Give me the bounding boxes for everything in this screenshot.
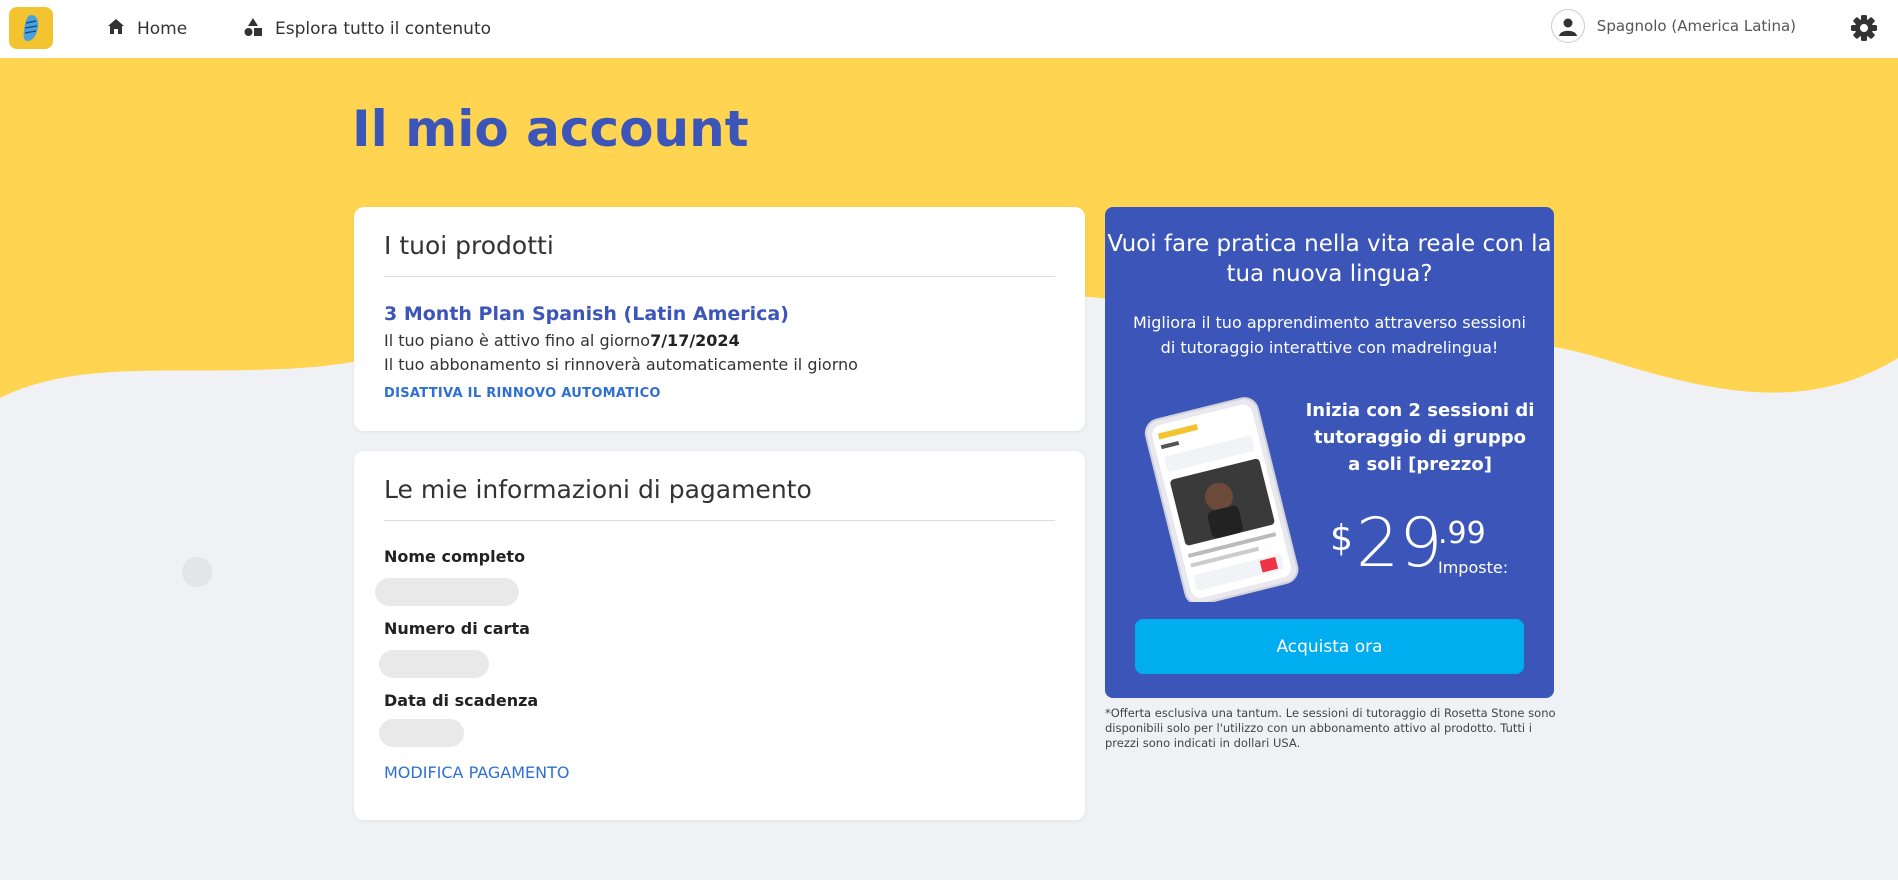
price-currency: $ bbox=[1330, 518, 1353, 559]
payment-card: Le mie informazioni di pagamento Nome co… bbox=[354, 451, 1085, 820]
plan-renew-text: Il tuo abbonamento si rinnoverà automati… bbox=[384, 355, 858, 374]
divider bbox=[384, 276, 1055, 277]
divider bbox=[384, 520, 1055, 521]
user-avatar-icon bbox=[1550, 9, 1585, 43]
expiry-date-label: Data di scadenza bbox=[384, 691, 539, 710]
plan-active-line: Il tuo piano è attivo fino al giorno7/17… bbox=[384, 331, 740, 350]
plan-active-text: Il tuo piano è attivo fino al giorno bbox=[384, 331, 651, 350]
app-logo-icon[interactable] bbox=[9, 7, 53, 49]
decorative-dot bbox=[182, 557, 212, 587]
phone-illustration bbox=[1133, 397, 1303, 606]
buy-now-button[interactable]: Acquista ora bbox=[1135, 619, 1524, 674]
price-integer: 29 bbox=[1356, 504, 1443, 583]
top-navigation-bar: Home Esplora tutto il contenuto Spagnolo… bbox=[0, 0, 1898, 58]
full-name-label: Nome completo bbox=[384, 547, 526, 566]
price-decimal: .99 bbox=[1438, 516, 1486, 551]
language-label: Spagnolo (America Latina) bbox=[1596, 17, 1796, 35]
products-card: I tuoi prodotti 3 Month Plan Spanish (La… bbox=[354, 207, 1085, 431]
page-title: Il mio account bbox=[352, 100, 749, 158]
promo-disclaimer: *Offerta esclusiva una tantum. Le sessio… bbox=[1105, 706, 1556, 750]
gear-icon[interactable] bbox=[1850, 14, 1878, 42]
language-selector[interactable]: Spagnolo (America Latina) bbox=[1550, 9, 1796, 43]
disable-auto-renew-link[interactable]: DISATTIVA IL RINNOVO AUTOMATICO bbox=[384, 386, 661, 401]
home-icon bbox=[107, 18, 125, 40]
payment-title: Le mie informazioni di pagamento bbox=[384, 475, 812, 504]
products-title: I tuoi prodotti bbox=[384, 231, 554, 260]
card-number-label: Numero di carta bbox=[384, 619, 530, 638]
shapes-icon bbox=[243, 17, 263, 42]
plan-active-date: 7/17/2024 bbox=[650, 331, 740, 350]
nav-home-link[interactable]: Home bbox=[107, 0, 187, 58]
nav-home-label: Home bbox=[137, 19, 188, 39]
nav-explore-link[interactable]: Esplora tutto il contenuto bbox=[243, 0, 491, 58]
promo-heading: Vuoi fare pratica nella vita reale con l… bbox=[1107, 231, 1552, 287]
promo-subtext: Migliora il tuo apprendimento attraverso… bbox=[1133, 313, 1526, 357]
price-tax-label: Imposte: bbox=[1438, 558, 1509, 577]
full-name-placeholder bbox=[375, 578, 519, 606]
edit-payment-link[interactable]: MODIFICA PAGAMENTO bbox=[384, 763, 569, 782]
nav-explore-label: Esplora tutto il contenuto bbox=[275, 19, 492, 39]
tutoring-promo-panel: Vuoi fare pratica nella vita reale con l… bbox=[1105, 207, 1554, 698]
promo-offer: Inizia con 2 sessioni di tutoraggio di g… bbox=[1305, 400, 1535, 475]
card-number-placeholder bbox=[379, 650, 489, 678]
expiry-date-placeholder bbox=[379, 719, 464, 747]
plan-name: 3 Month Plan Spanish (Latin America) bbox=[384, 303, 789, 325]
